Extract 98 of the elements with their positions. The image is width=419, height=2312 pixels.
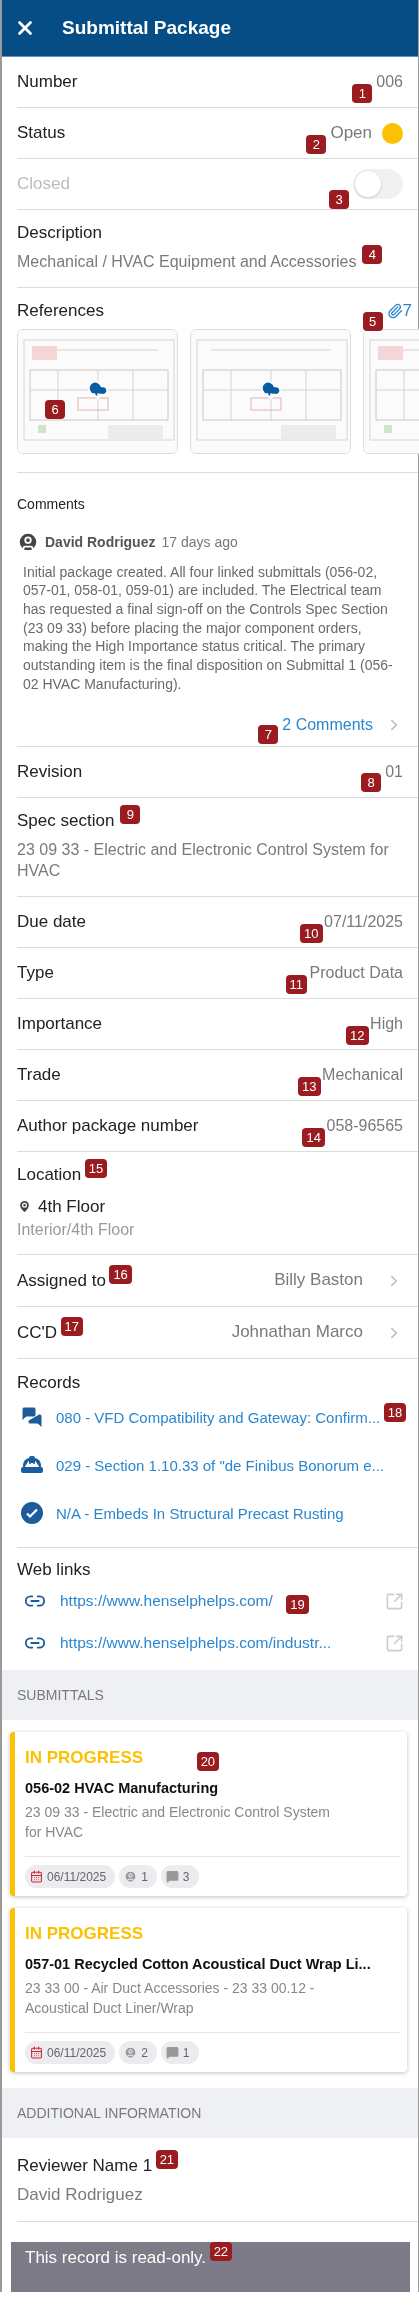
due-date-chip: 06/11/2025 — [25, 2041, 116, 2065]
callout-marker: 19 — [286, 1595, 309, 1615]
chat-bubbles-icon — [20, 1405, 44, 1430]
field-value: 058-96565 — [326, 1115, 403, 1136]
comment-icon — [165, 2046, 179, 2060]
callout-marker: 1 — [352, 83, 373, 103]
cloud-download-icon[interactable] — [87, 378, 109, 399]
comment-count-chip: 1 — [160, 2041, 199, 2065]
assignee-count-chip: 2 — [119, 2041, 157, 2065]
record-link[interactable]: N/A - Embeds In Structural Precast Rusting — [56, 1504, 344, 1522]
callout-marker: 20 — [196, 1752, 220, 1772]
cloud-download-icon[interactable] — [260, 378, 282, 399]
callout-marker: 10 — [300, 923, 323, 943]
web-link[interactable]: https://www.henselphelps.com/ — [60, 1592, 273, 1611]
location-name: 4th Floor — [38, 1196, 106, 1217]
check-circle-icon — [20, 1501, 44, 1526]
field-value: Mechanical / HVAC Equipment and Accessories — [17, 252, 357, 272]
callout-marker: 14 — [302, 1127, 325, 1147]
submittal-spec: 23 09 33 - Electric and Electronic Control System for HVAC — [25, 1803, 332, 1843]
field-value: Mechanical — [322, 1064, 403, 1085]
submittal-title: 056-02 HVAC Manufacturing — [25, 1780, 220, 1797]
submittal-card[interactable]: IN PROGRESS 20 056-02 HVAC Manufacturing 23 09 33 - Electric and Electronic Control System for HVAC 06/11/2025 1 3 — [10, 1732, 407, 1897]
field-value: 006 — [376, 72, 403, 93]
attachment-count[interactable]: 7 — [386, 300, 412, 321]
field-label: Status — [17, 123, 66, 143]
comment-count-chip: 3 — [160, 1865, 199, 1889]
callout-marker: 22 — [209, 2242, 233, 2262]
field-label: Reviewer Name 1 — [17, 2156, 153, 2177]
person-icon — [124, 1870, 138, 1884]
callout-marker: 3 — [329, 190, 349, 209]
field-label: Spec section — [17, 810, 115, 831]
section-label: Comments — [17, 495, 85, 512]
assignee-count-chip: 1 — [119, 1865, 157, 1889]
field-value: 07/11/2025 — [324, 911, 403, 932]
field-label: Number — [17, 72, 78, 92]
external-link-icon[interactable] — [385, 1633, 404, 1653]
external-link-icon[interactable] — [385, 1591, 404, 1611]
field-label: Description — [17, 223, 103, 243]
callout-marker: 8 — [361, 773, 382, 793]
callout-marker: 15 — [84, 1158, 108, 1178]
map-pin-icon — [17, 1199, 32, 1215]
field-value: High — [370, 1013, 403, 1034]
calendar-icon — [30, 1870, 43, 1884]
person-icon — [124, 2046, 138, 2060]
section-heading: ADDITIONAL INFORMATION — [17, 2105, 202, 2122]
field-label: Author package number — [17, 1115, 199, 1136]
callout-marker: 17 — [60, 1316, 84, 1336]
callout-marker: 13 — [298, 1076, 321, 1096]
callout-marker: 7 — [258, 724, 279, 744]
field-label: Assigned to — [17, 1270, 106, 1291]
calendar-icon — [30, 2046, 43, 2060]
callout-marker: 5 — [362, 311, 383, 331]
submittal-status: IN PROGRESS — [25, 1748, 144, 1769]
status-dot — [382, 122, 403, 144]
submittal-status: IN PROGRESS — [25, 1924, 144, 1945]
due-date-chip: 06/11/2025 — [25, 1865, 116, 1889]
submittal-card[interactable]: IN PROGRESS 057-01 Recycled Cotton Acoustical Duct Wrap Li... 23 33 00 - Air Duct Accessories - 23 33 00.12 - Acoustical Duct Liner/Wrap 06/11/2025 2 1 — [10, 1908, 407, 2073]
field-value: David Rodriguez — [17, 2184, 143, 2207]
callout-marker: 2 — [306, 135, 327, 155]
callout-marker: 21 — [155, 2150, 179, 2170]
field-label: Type — [17, 962, 54, 983]
record-link[interactable]: 029 - Section 1.10.33 of "de Finibus Bonorum e... — [56, 1456, 385, 1474]
field-value: Johnathan Marco — [231, 1321, 363, 1344]
field-value: 01 — [385, 761, 403, 782]
status-value: Open — [330, 121, 372, 144]
callout-marker: 11 — [285, 974, 308, 994]
field-value: Product Data — [309, 962, 403, 983]
submittal-title: 057-01 Recycled Cotton Acoustical Duct Wrap Li... — [25, 1956, 372, 1973]
callout-marker: 12 — [346, 1025, 369, 1045]
location-path: Interior/4th Floor — [17, 1219, 135, 1240]
section-label: References — [17, 300, 104, 321]
avatar-icon — [17, 530, 39, 553]
record-link[interactable]: 080 - VFD Compatibility and Gateway: Confirm... — [56, 1408, 381, 1426]
field-label: Importance — [17, 1013, 103, 1034]
field-value: Billy Baston — [274, 1269, 363, 1292]
section-heading: SUBMITTALS — [17, 1687, 104, 1704]
callout-marker: 4 — [362, 245, 383, 264]
section-label: Web links — [17, 1560, 91, 1580]
callout-marker: 18 — [383, 1402, 407, 1422]
field-label: CC'D — [17, 1322, 58, 1343]
field-label: Due date — [17, 911, 86, 932]
section-label: Records — [17, 1373, 81, 1393]
window-title: Submittal Package — [62, 17, 231, 39]
comment-text: Initial package created. All four linked submittals (056-02, 057-01, 058-01, 059-01) are included. The Electrical team has requested a final sign-off on the Controls Spec Section (23 09 33) before placing the major component orders, making the High Importance status critical. The primary outstanding item is the final disposition on Submittal 1 (056-02 HVAC Manufacturing). — [23, 562, 394, 694]
field-label: Closed — [17, 174, 70, 194]
comment-author: David Rodriguez — [45, 533, 156, 550]
comments-link[interactable]: 2 Comments — [282, 715, 373, 734]
comment-time: 17 days ago — [161, 533, 238, 550]
submittal-spec: 23 33 00 - Air Duct Accessories - 23 33 00.12 - Acoustical Duct Liner/Wrap — [25, 1979, 316, 2019]
callout-marker: 9 — [120, 804, 141, 824]
field-label: Location — [17, 1164, 82, 1185]
field-value: 23 09 33 - Electric and Electronic Control System for HVAC — [17, 839, 390, 882]
field-label: Revision — [17, 761, 83, 782]
field-label: Trade — [17, 1064, 61, 1085]
toast-message: This record is read-only. — [25, 2248, 207, 2269]
web-link[interactable]: https://www.henselphelps.com/industr... — [60, 1634, 332, 1653]
comment-icon — [165, 1870, 179, 1884]
callout-marker: 16 — [109, 1264, 132, 1284]
